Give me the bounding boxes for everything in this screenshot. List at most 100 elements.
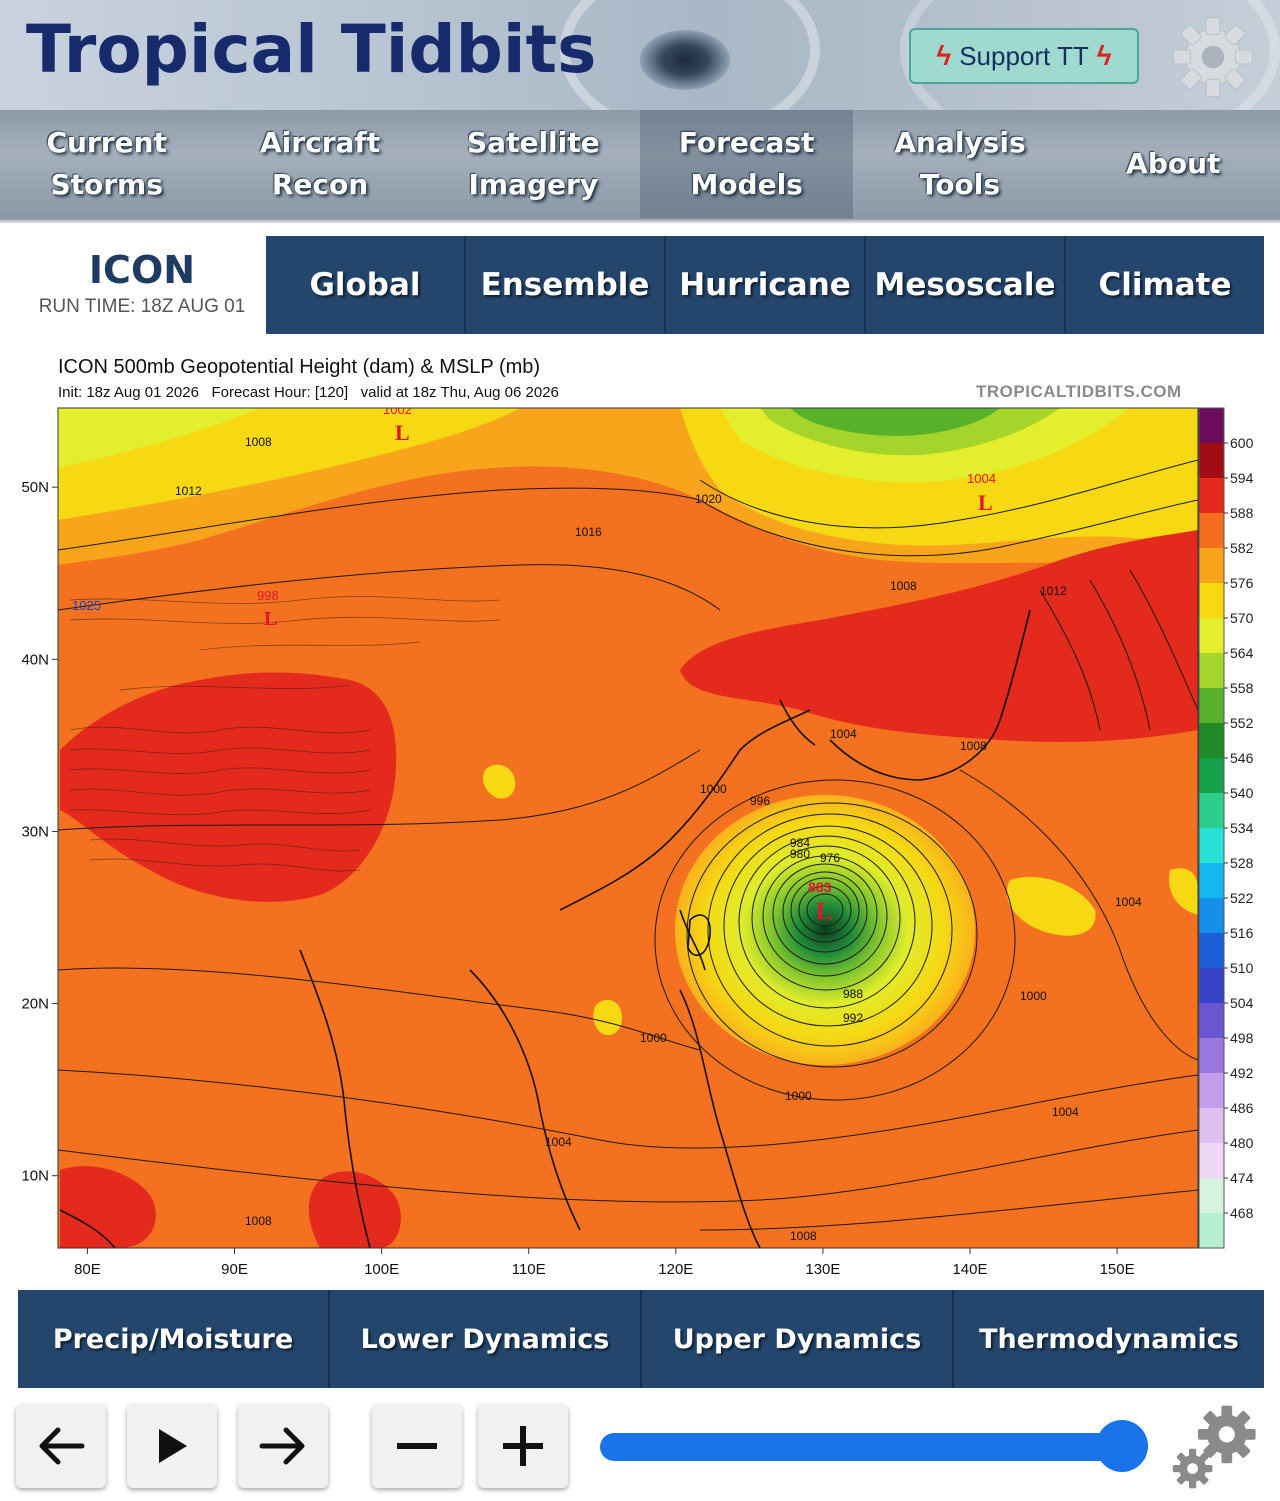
arrow-right-icon xyxy=(259,1427,305,1465)
low-pressure-marker: L xyxy=(978,490,993,515)
chart-source: TROPICALTIDBITS.COM xyxy=(976,382,1182,401)
model-info: ICON RUN TIME: 18Z AUG 01 xyxy=(18,236,266,332)
y-tick-label: 40N xyxy=(21,651,49,668)
model-tabs: Global Ensemble Hurricane Mesoscale Clim… xyxy=(266,236,1264,334)
isobar-label: 1008 xyxy=(245,1214,272,1228)
nav-forecast-models[interactable]: Forecast Models xyxy=(639,110,854,218)
settings-gear-icon[interactable] xyxy=(1170,14,1256,100)
isobar-label: 1004 xyxy=(1115,895,1142,909)
x-tick-label: 90E xyxy=(221,1261,248,1278)
tab-global[interactable]: Global xyxy=(266,236,466,334)
y-axis: 50N 40N 30N 20N 10N xyxy=(21,479,58,1185)
isobar-label: 980 xyxy=(790,847,810,861)
tab-hurricane[interactable]: Hurricane xyxy=(666,236,866,334)
colorbar-tick-label: 582 xyxy=(1230,540,1254,556)
colorbar-swatch xyxy=(1199,478,1224,514)
colorbar-swatch xyxy=(1199,1213,1224,1249)
frame-slider-thumb[interactable] xyxy=(1096,1420,1148,1472)
isobar-label: 1000 xyxy=(785,1089,812,1103)
chart-title: ICON 500mb Geopotential Height (dam) & M… xyxy=(58,356,541,378)
colorbar-swatch xyxy=(1199,758,1224,794)
support-button-label: Support TT xyxy=(959,40,1089,71)
x-axis: 80E 90E 100E 110E 120E 130E 140E 150E xyxy=(74,1248,1135,1278)
low-pressure-marker: L xyxy=(264,608,277,630)
isobar-label: 1020 xyxy=(695,492,722,506)
x-tick-label: 100E xyxy=(364,1261,399,1278)
pressure-center-label: 1025 xyxy=(72,598,101,613)
frame-slider-track[interactable] xyxy=(600,1433,1148,1461)
play-icon xyxy=(159,1429,187,1463)
colorbar-tick-label: 552 xyxy=(1230,715,1254,731)
map-field: 883 L 1002 L 1004 L 1025 998 L 1008 1012… xyxy=(58,408,1198,1248)
colorbar-tick-label: 474 xyxy=(1230,1170,1254,1186)
x-tick-label: 120E xyxy=(658,1261,693,1278)
colorbar-tick-label: 522 xyxy=(1230,890,1254,906)
tab-mesoscale[interactable]: Mesoscale xyxy=(866,236,1066,334)
nav-aircraft-recon[interactable]: Aircraft Recon xyxy=(213,110,426,218)
forecast-map: 883 L 1002 L 1004 L 1025 998 L 1008 1012… xyxy=(21,407,1254,1278)
nav-analysis-tools[interactable]: Analysis Tools xyxy=(853,110,1066,218)
model-name: ICON xyxy=(88,248,196,292)
colorbar-tick-label: 576 xyxy=(1230,575,1254,591)
tab-climate[interactable]: Climate xyxy=(1066,236,1264,334)
isobar-label: 1000 xyxy=(700,782,727,796)
settings-gears-icon[interactable] xyxy=(1170,1402,1262,1492)
colorbar-swatch xyxy=(1199,1003,1224,1039)
isobar-label: 1004 xyxy=(545,1135,572,1149)
colorbar-tick-label: 486 xyxy=(1230,1100,1254,1116)
colorbar-tick-label: 546 xyxy=(1230,750,1254,766)
main-nav: Current Storms Aircraft Recon Satellite … xyxy=(0,110,1280,218)
nav-about[interactable]: About xyxy=(1067,110,1280,218)
forecast-map-image[interactable]: 883 L 1002 L 1004 L 1025 998 L 1008 1012… xyxy=(0,350,1280,1280)
colorbar-swatch xyxy=(1199,618,1224,654)
x-tick-label: 140E xyxy=(952,1261,987,1278)
colorbar-swatch xyxy=(1199,898,1224,934)
hurricane-icon: ϟ xyxy=(936,40,952,71)
isobar-label: 1012 xyxy=(1040,584,1067,598)
tab-upper-dynamics[interactable]: Upper Dynamics xyxy=(642,1290,954,1388)
colorbar-tick-label: 588 xyxy=(1230,505,1254,521)
site-logo[interactable]: Tropical Tidbits xyxy=(26,8,596,92)
x-tick-label: 130E xyxy=(805,1261,840,1278)
isobar-label: 1008 xyxy=(245,435,272,449)
colorbar-tick-label: 594 xyxy=(1230,470,1254,486)
tab-ensemble[interactable]: Ensemble xyxy=(466,236,666,334)
colorbar-tick-label: 480 xyxy=(1230,1135,1254,1151)
arrow-left-icon xyxy=(39,1427,85,1465)
run-time: RUN TIME: 18Z AUG 01 xyxy=(38,296,246,317)
nav-satellite-imagery[interactable]: Satellite Imagery xyxy=(427,110,640,218)
isobar-label: 992 xyxy=(843,1011,863,1025)
y-tick-label: 10N xyxy=(21,1168,49,1185)
colorbar: 600 594 588 582 576 570 564 558 552 546 540 534 528 5… xyxy=(1198,407,1254,1249)
play-button[interactable] xyxy=(127,1404,217,1488)
colorbar-tick-label: 540 xyxy=(1230,785,1254,801)
colorbar-swatch xyxy=(1199,548,1224,584)
isobar-label: 1004 xyxy=(830,727,857,741)
hurricane-icon: ϟ xyxy=(1096,40,1112,71)
chart-subtitle: Init: 18z Aug 01 2026 Forecast Hour: [12… xyxy=(58,384,559,401)
tab-precip-moisture[interactable]: Precip/Moisture xyxy=(18,1290,330,1388)
prev-frame-button[interactable] xyxy=(16,1404,106,1488)
tab-lower-dynamics[interactable]: Lower Dynamics xyxy=(330,1290,642,1388)
colorbar-swatch xyxy=(1199,1178,1224,1214)
nav-current-storms[interactable]: Current Storms xyxy=(0,110,213,218)
colorbar-swatch xyxy=(1199,723,1224,759)
colorbar-swatch xyxy=(1199,583,1224,619)
next-frame-button[interactable] xyxy=(238,1404,328,1488)
colorbar-tick-label: 528 xyxy=(1230,855,1254,871)
colorbar-swatch xyxy=(1199,1108,1224,1144)
colorbar-tick-label: 510 xyxy=(1230,960,1254,976)
colorbar-tick-label: 468 xyxy=(1230,1205,1254,1221)
zoom-out-button[interactable] xyxy=(372,1404,462,1488)
isobar-label: 976 xyxy=(820,851,840,865)
colorbar-tick-label: 570 xyxy=(1230,610,1254,626)
y-tick-label: 50N xyxy=(21,479,49,496)
colorbar-tick-label: 516 xyxy=(1230,925,1254,941)
isobar-label: 1004 xyxy=(1052,1105,1079,1119)
colorbar-tick-label: 492 xyxy=(1230,1065,1254,1081)
x-tick-label: 150E xyxy=(1100,1261,1135,1278)
colorbar-swatch xyxy=(1199,1038,1224,1074)
zoom-in-button[interactable] xyxy=(478,1404,568,1488)
tab-thermodynamics[interactable]: Thermodynamics xyxy=(954,1290,1264,1388)
support-button[interactable]: ϟ Support TT ϟ xyxy=(909,28,1139,84)
